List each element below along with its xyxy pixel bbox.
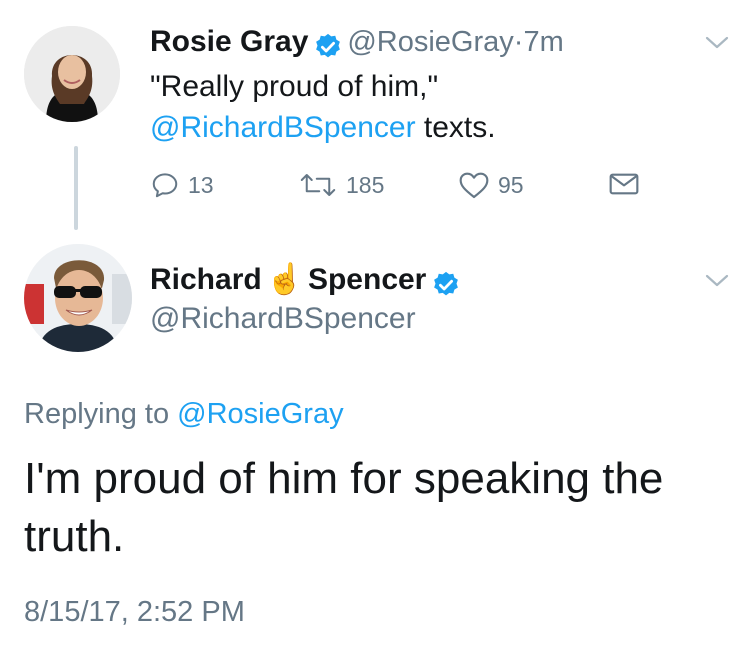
reply-timestamp[interactable]: 8/15/17, 2:52 PM (24, 594, 245, 630)
verified-badge-icon (316, 33, 340, 58)
replying-to-link[interactable]: @RosieGray (177, 398, 343, 430)
chevron-down-icon[interactable] (704, 34, 730, 52)
verified-badge-icon (433, 271, 458, 296)
like-count: 95 (498, 171, 524, 198)
tweet-text: "Really proud of him," @RichardBSpencer … (150, 66, 710, 148)
reply-header: Richard ☝️ Spencer (150, 262, 461, 303)
tweet-time[interactable]: 7m (523, 26, 563, 58)
reply-author-handle[interactable]: @RichardBSpencer (150, 302, 416, 336)
tweet-actions: 13 185 95 (150, 170, 650, 206)
reply-count: 13 (188, 171, 214, 198)
replying-to-label: Replying to (24, 398, 170, 430)
envelope-icon (609, 173, 639, 195)
reply-author-last-name[interactable]: Spencer (308, 263, 426, 296)
separator-dot: · (513, 26, 524, 58)
retweet-icon (300, 174, 336, 196)
reply-icon (152, 173, 178, 198)
tweet-text-suffix: texts. (415, 111, 496, 144)
thread-connector-line (74, 146, 78, 230)
avatar-photo-icon (24, 244, 132, 352)
pointing-finger-emoji: ☝️ (266, 263, 304, 296)
reply-author-first-name[interactable]: Richard (150, 263, 262, 296)
author-name[interactable]: Rosie Gray (150, 25, 308, 58)
tweet-header: Rosie Gray @RosieGray·7m (150, 24, 564, 65)
reply-action[interactable]: 13 (150, 170, 214, 200)
author-handle[interactable]: @RosieGray (347, 26, 513, 58)
replying-to-line: Replying to @RosieGray (24, 396, 344, 432)
richard-spencer-avatar[interactable] (24, 244, 132, 352)
heart-icon (459, 172, 489, 199)
mention-link[interactable]: @RichardBSpencer (150, 111, 416, 144)
reply-text: I'm proud of him for speaking the truth. (24, 454, 664, 561)
rosie-gray-avatar[interactable] (24, 26, 120, 122)
retweet-count: 185 (346, 171, 385, 198)
direct-message-action[interactable] (608, 170, 640, 198)
retweet-action[interactable]: 185 (298, 170, 384, 200)
avatar-photo-icon (24, 26, 120, 122)
like-action[interactable]: 95 (458, 170, 524, 200)
tweet-text-quote: "Really proud of him," (150, 70, 439, 103)
chevron-down-icon[interactable] (704, 272, 730, 290)
